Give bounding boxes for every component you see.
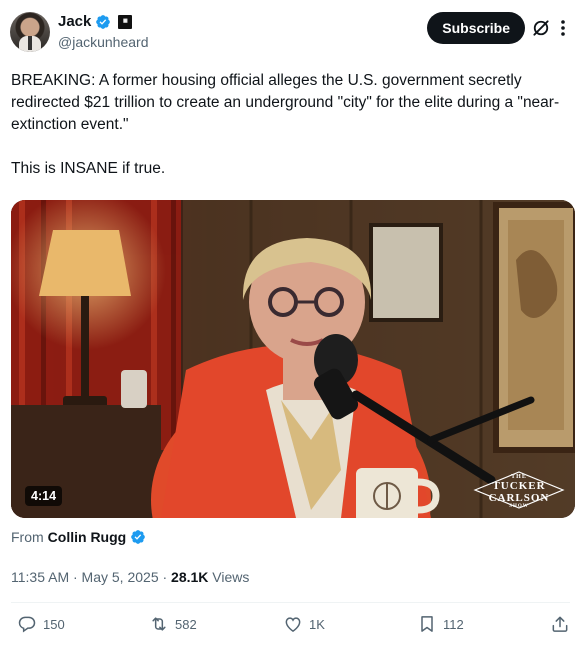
author-name[interactable]: Jack (58, 13, 91, 30)
watermark-the: THE (511, 474, 527, 480)
bookmark-button[interactable]: 112 (417, 614, 464, 634)
bookmark-count: 112 (443, 616, 464, 632)
action-bar: 150 582 1K 112 (11, 614, 570, 642)
video-duration: 4:14 (25, 486, 63, 506)
author-handle[interactable]: @jackunheard (58, 34, 149, 50)
post-timestamp[interactable]: 11:35 AM · May 5, 2025 · (11, 569, 171, 585)
watermark-show: SHOW (509, 504, 529, 509)
like-button[interactable]: 1K (283, 614, 325, 634)
like-count: 1K (309, 616, 325, 632)
source-attribution: From Collin Rugg (11, 529, 146, 545)
repost-count: 582 (175, 616, 197, 632)
source-author-link[interactable]: Collin Rugg (48, 529, 127, 545)
post-header: Jack ▦ @jackunheard Subscribe (10, 12, 571, 56)
source-prefix: From (11, 529, 44, 545)
repost-button[interactable]: 582 (149, 614, 197, 634)
bookmark-icon (421, 616, 433, 632)
tweet-paragraph: BREAKING: A former housing official alle… (11, 72, 560, 133)
subscribe-button[interactable]: Subscribe (427, 12, 525, 44)
more-options-icon[interactable] (555, 18, 571, 38)
show-watermark: THE TUCKER CARLSON SHOW (473, 470, 565, 510)
video-player[interactable]: 4:14 THE TUCKER CARLSON SHOW (11, 200, 575, 518)
share-icon (552, 616, 568, 632)
heart-icon (285, 617, 301, 632)
share-button[interactable] (550, 614, 570, 634)
divider (11, 602, 570, 603)
watermark-tucker: TUCKER (492, 480, 546, 492)
repost-icon (152, 617, 166, 631)
verified-badge-icon (131, 530, 146, 544)
affiliation-badge-icon[interactable]: ▦ (118, 14, 133, 29)
reply-icon (18, 616, 36, 633)
verified-badge-icon (96, 14, 111, 29)
views-count: 28.1K (171, 569, 209, 585)
watermark-carlson: CARLSON (488, 492, 550, 504)
author-name-line: Jack ▦ (58, 13, 133, 30)
reply-count: 150 (43, 616, 65, 632)
views-label: Views (208, 569, 250, 585)
tweet-paragraph: This is INSANE if true. (11, 160, 166, 177)
post-meta: 11:35 AM · May 5, 2025 · 28.1K Views (11, 569, 249, 585)
author-avatar[interactable] (10, 12, 50, 52)
tweet-text: BREAKING: A former housing official alle… (11, 70, 573, 180)
reply-button[interactable]: 150 (17, 614, 65, 634)
grok-icon[interactable] (531, 18, 551, 38)
